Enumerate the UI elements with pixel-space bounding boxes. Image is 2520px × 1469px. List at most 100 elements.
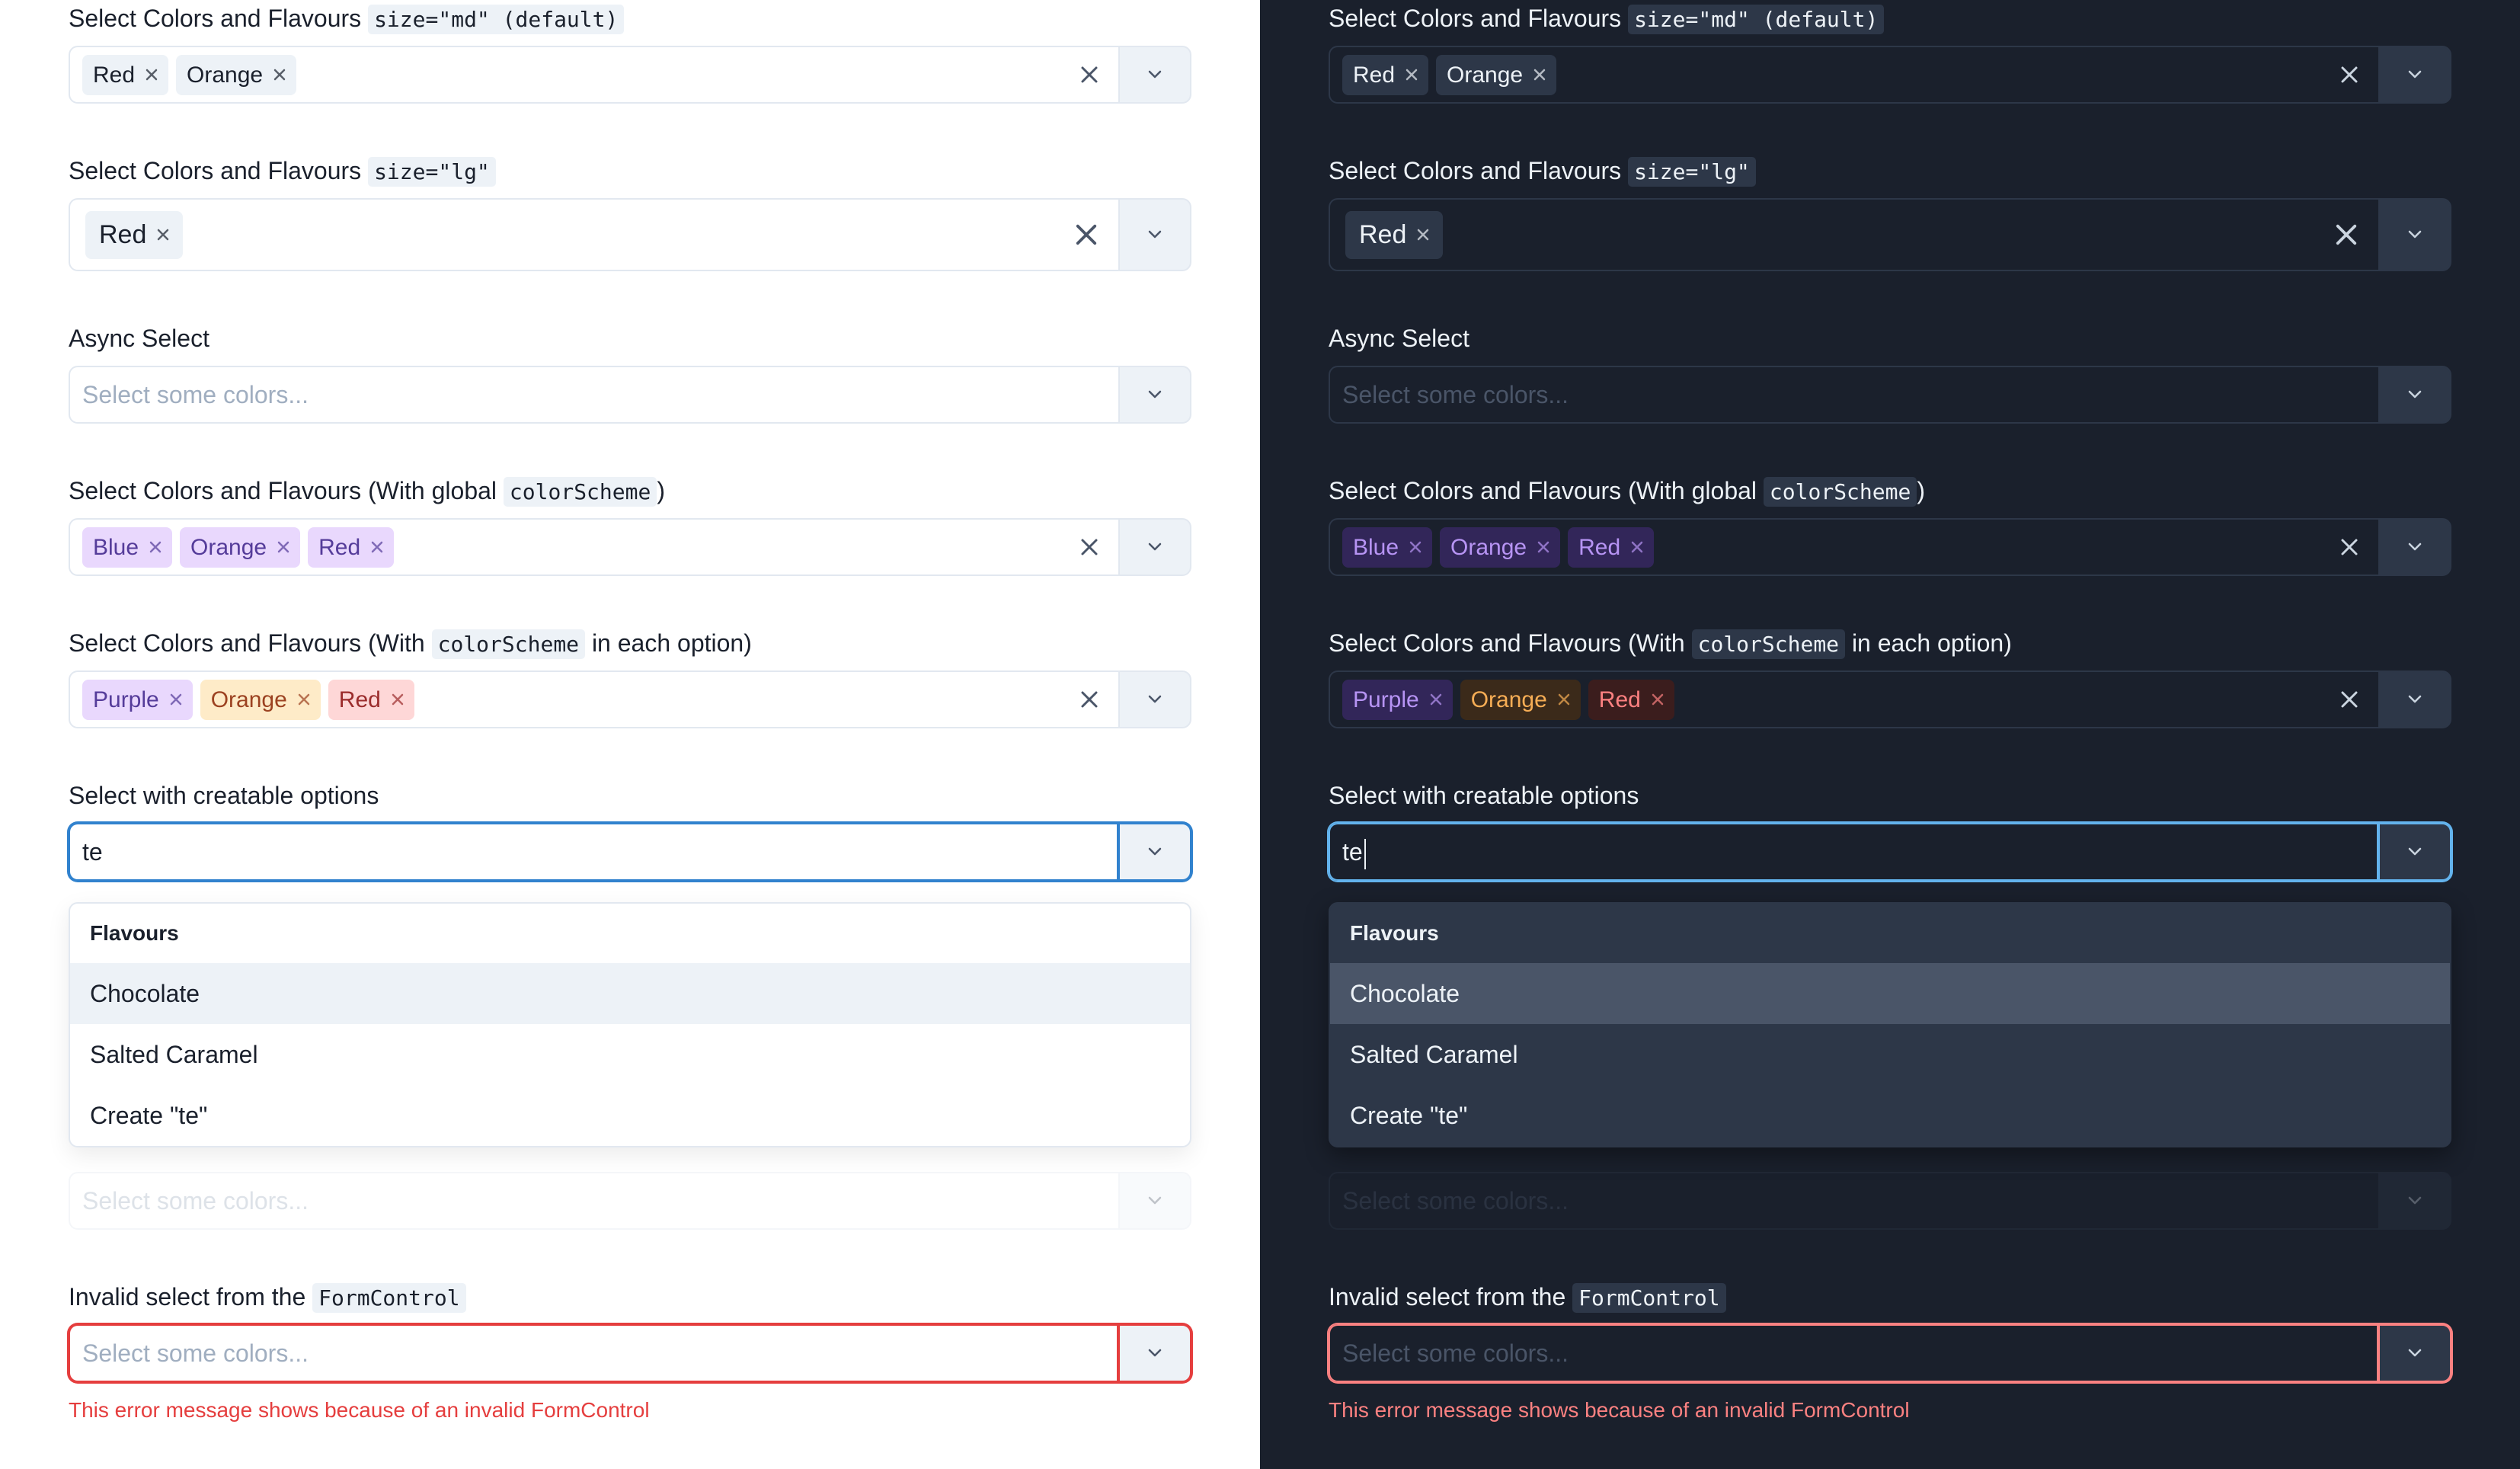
tag-red: Red	[1342, 55, 1428, 95]
field-md: Select Colors and Flavours size="md" (de…	[69, 0, 1191, 104]
menu-option[interactable]: Chocolate	[1330, 963, 2450, 1024]
select-control-creatable[interactable]: te	[69, 823, 1118, 881]
dropdown-toggle[interactable]	[2378, 46, 2451, 104]
remove-tag-icon[interactable]	[270, 66, 289, 84]
label-lg: Select Colors and Flavours size="lg"	[1329, 152, 2451, 189]
remove-tag-icon[interactable]	[1649, 690, 1667, 709]
clear-all-icon[interactable]	[2333, 530, 2366, 564]
clear-all-icon[interactable]	[2333, 683, 2366, 716]
select-control-lg[interactable]: Red	[69, 198, 1118, 271]
remove-tag-icon[interactable]	[274, 538, 293, 556]
code-badge: FormControl	[312, 1283, 465, 1313]
field-invalid: Invalid select from the FormControl Sele…	[69, 1279, 1191, 1426]
label-async: Async Select	[1329, 320, 2451, 357]
creatable-input[interactable]: te	[82, 834, 103, 870]
select-control-async[interactable]: Select some colors...	[69, 366, 1118, 424]
clear-all-icon[interactable]	[1073, 530, 1106, 564]
remove-tag-icon[interactable]	[368, 538, 386, 556]
chevron-down-icon	[2406, 1192, 2424, 1210]
tag-red: Red	[328, 680, 414, 720]
menu-option[interactable]: Create "te"	[70, 1085, 1190, 1146]
select-control-ghost[interactable]: Select some colors...	[69, 1172, 1118, 1230]
dropdown-toggle[interactable]	[1118, 518, 1191, 576]
select-control-async[interactable]: Select some colors...	[1329, 366, 2378, 424]
select-control-globalscheme[interactable]: Blue Orange Red	[69, 518, 1118, 576]
placeholder-text: Select some colors...	[82, 1183, 309, 1219]
remove-tag-icon[interactable]	[1628, 538, 1646, 556]
remove-tag-icon[interactable]	[167, 690, 185, 709]
select-control-invalid[interactable]: Select some colors...	[1329, 1324, 2378, 1382]
menu-option[interactable]: Salted Caramel	[70, 1024, 1190, 1085]
dropdown-toggle[interactable]	[1118, 1324, 1191, 1382]
menu-group-label: Flavours	[1330, 904, 2450, 963]
select-control-globalscheme[interactable]: Blue Orange Red	[1329, 518, 2378, 576]
dropdown-toggle[interactable]	[1118, 366, 1191, 424]
dropdown-toggle[interactable]	[2378, 1324, 2451, 1382]
tag-blue: Blue	[82, 527, 172, 568]
select-control-ghost[interactable]: Select some colors...	[1329, 1172, 2378, 1230]
error-message: This error message shows because of an i…	[1329, 1394, 2451, 1426]
chevron-down-icon	[2406, 66, 2424, 84]
dropdown-toggle[interactable]	[2378, 1172, 2451, 1230]
dropdown-toggle[interactable]	[1118, 1172, 1191, 1230]
clear-all-icon[interactable]	[1073, 58, 1106, 91]
menu-group-label: Flavours	[70, 904, 1190, 963]
dropdown-toggle[interactable]	[1118, 823, 1191, 881]
remove-tag-icon[interactable]	[295, 690, 313, 709]
select-control-md[interactable]: Red Orange	[1329, 46, 2378, 104]
clear-all-icon[interactable]	[2333, 58, 2366, 91]
tag-red: Red	[82, 55, 168, 95]
remove-tag-icon[interactable]	[1414, 226, 1432, 244]
dropdown-toggle[interactable]	[2378, 366, 2451, 424]
select-control-lg[interactable]: Red	[1329, 198, 2378, 271]
remove-tag-icon[interactable]	[1402, 66, 1421, 84]
label-md: Select Colors and Flavours size="md" (de…	[1329, 0, 2451, 37]
light-panel: Select Colors and Flavours size="md" (de…	[0, 0, 1260, 1469]
chevron-down-icon	[2406, 1344, 2424, 1362]
select-control-peroption[interactable]: Purple Orange Red	[1329, 670, 2378, 728]
remove-tag-icon[interactable]	[1555, 690, 1573, 709]
remove-tag-icon[interactable]	[389, 690, 407, 709]
dropdown-toggle[interactable]	[1118, 670, 1191, 728]
menu-option[interactable]: Chocolate	[70, 963, 1190, 1024]
dropdown-toggle[interactable]	[2378, 670, 2451, 728]
select-control-invalid[interactable]: Select some colors...	[69, 1324, 1118, 1382]
select-control-md[interactable]: Red Orange	[69, 46, 1118, 104]
label-global-scheme: Select Colors and Flavours (With global …	[69, 472, 1191, 509]
placeholder-text: Select some colors...	[1342, 376, 1569, 413]
error-message: This error message shows because of an i…	[69, 1394, 1191, 1426]
dropdown-toggle[interactable]	[2378, 198, 2451, 271]
remove-tag-icon[interactable]	[146, 538, 165, 556]
remove-tag-icon[interactable]	[1530, 66, 1549, 84]
field-lg: Select Colors and Flavours size="lg" Red	[69, 152, 1191, 271]
remove-tag-icon[interactable]	[154, 226, 172, 244]
dropdown-toggle[interactable]	[1118, 46, 1191, 104]
chevron-down-icon	[2406, 538, 2424, 556]
chevron-down-icon	[2406, 386, 2424, 404]
placeholder-text: Select some colors...	[82, 376, 309, 413]
select-control-peroption[interactable]: Purple Orange Red	[69, 670, 1118, 728]
chevron-down-icon	[1146, 66, 1164, 84]
dropdown-toggle[interactable]	[1118, 198, 1191, 271]
field-creatable: Select with creatable options te Flavour…	[1329, 777, 2451, 1230]
clear-all-icon[interactable]	[1070, 218, 1103, 251]
menu-option[interactable]: Salted Caramel	[1330, 1024, 2450, 1085]
remove-tag-icon[interactable]	[1534, 538, 1553, 556]
code-badge: colorScheme	[1764, 477, 1917, 507]
chevron-down-icon	[2406, 690, 2424, 709]
clear-all-icon[interactable]	[2330, 218, 2363, 251]
remove-tag-icon[interactable]	[1427, 690, 1445, 709]
field-global-scheme: Select Colors and Flavours (With global …	[1329, 472, 2451, 576]
placeholder-text: Select some colors...	[1342, 1335, 1569, 1371]
code-badge: size="lg"	[1628, 157, 1756, 187]
select-control-creatable[interactable]: te	[1329, 823, 2378, 881]
remove-tag-icon[interactable]	[142, 66, 161, 84]
clear-all-icon[interactable]	[1073, 683, 1106, 716]
menu-option[interactable]: Create "te"	[1330, 1085, 2450, 1146]
field-invalid: Invalid select from the FormControl Sele…	[1329, 1279, 2451, 1426]
remove-tag-icon[interactable]	[1406, 538, 1425, 556]
chevron-down-icon	[2406, 226, 2424, 244]
creatable-input[interactable]: te	[1342, 834, 1366, 870]
dropdown-toggle[interactable]	[2378, 823, 2451, 881]
dropdown-toggle[interactable]	[2378, 518, 2451, 576]
